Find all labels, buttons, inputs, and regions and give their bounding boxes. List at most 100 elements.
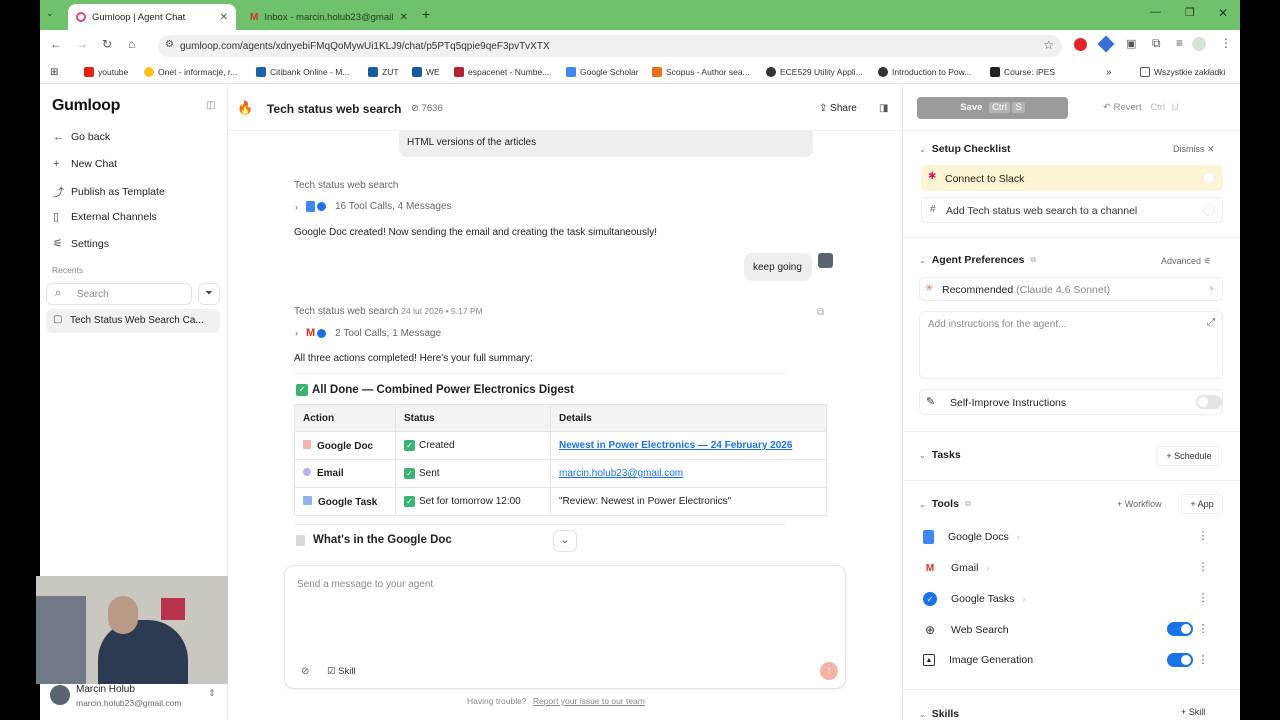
address-bar[interactable]: ⚙ gumloop.com/agents/xdnyebiFMqQoMywUi1K… <box>158 35 1062 57</box>
extension-icon[interactable]: ▣ <box>1126 37 1136 50</box>
settings-link[interactable]: ⚟ Settings <box>53 237 109 251</box>
site-info-icon[interactable]: ⚙ <box>165 39 174 50</box>
chat-header: 🔥 Tech status web search ⊘ 7636 ⇪ Share … <box>229 85 901 131</box>
tool-calls-toggle[interactable]: › M 2 Tool Calls, 1 Message <box>295 327 441 339</box>
tab-search-icon[interactable]: ⌄ <box>46 8 62 22</box>
composer-input[interactable]: Send a message to your agent <box>297 579 433 590</box>
skill-icon: ☑ <box>327 666 339 677</box>
tool-menu-icon[interactable]: ⋮ <box>1193 653 1213 666</box>
instructions-textarea[interactable]: Add instructions for the agent... ⤢ <box>919 311 1223 379</box>
close-tab-icon[interactable]: ✕ <box>400 12 408 23</box>
tool-google-tasks[interactable]: ✓ Google Tasks › <box>923 592 1025 606</box>
tools-header[interactable]: ⌄ Tools ⧉ <box>919 498 971 510</box>
divider <box>903 480 1240 481</box>
tab-gumloop[interactable]: Gumloop | Agent Chat ✕ <box>68 4 236 30</box>
tool-google-docs[interactable]: Google Docs › <box>923 530 1020 544</box>
skills-header[interactable]: ⌄ Skills <box>919 708 959 720</box>
agent-preferences-header[interactable]: ⌄ Agent Preferences ⧉ <box>919 254 1036 266</box>
recent-chat-item[interactable]: ▢ Tech Status Web Search Ca... <box>46 309 220 333</box>
bookmark-item[interactable]: Introduction to Pow... <box>878 67 971 77</box>
bookmark-item[interactable]: ZUT <box>368 67 399 77</box>
home-icon[interactable]: ⌂ <box>128 37 135 51</box>
connect-slack-item[interactable]: ✱ Connect to Slack <box>921 165 1223 191</box>
add-skill-button[interactable]: + Skill <box>1181 707 1205 717</box>
filter-icon[interactable]: ⏷ <box>198 283 220 305</box>
tool-menu-icon[interactable]: ⋮ <box>1193 529 1213 542</box>
chrome-menu-icon[interactable]: ⋮ <box>1220 36 1232 50</box>
all-bookmarks-folder[interactable]: Wszystkie zakładki <box>1140 67 1225 77</box>
add-workflow-button[interactable]: + Workflow <box>1117 499 1162 509</box>
bookmark-item[interactable]: youtube <box>84 67 128 77</box>
gumloop-logo[interactable]: Gumloop <box>52 97 120 115</box>
bookmark-item[interactable]: Citibank Online - M... <box>256 67 349 77</box>
toggle-panel-icon[interactable]: ◨ <box>879 103 888 114</box>
report-issue-link[interactable]: Report your issue to our team <box>533 696 645 706</box>
bookmark-item[interactable]: Scopus - Author sea... <box>652 67 750 77</box>
expand-icon[interactable]: ⤢ <box>1207 317 1215 328</box>
bookmark-item[interactable]: Google Scholar <box>566 67 639 77</box>
share-icon: ⇪ <box>819 103 831 114</box>
bookmark-star-icon[interactable]: ☆ <box>1043 38 1054 52</box>
bookmark-item[interactable]: espacenet - Numbe... <box>454 67 549 77</box>
message-composer[interactable]: Send a message to your agent ⊘ ☑ Skill ↑ <box>284 565 846 689</box>
search-input[interactable]: ⌕ Search <box>46 283 192 305</box>
maximize-icon[interactable]: ❐ <box>1185 6 1195 19</box>
web-search-toggle[interactable] <box>1167 622 1193 636</box>
paperclip-icon[interactable]: ⊘ <box>301 666 309 677</box>
add-app-button[interactable]: + App <box>1181 494 1223 514</box>
advanced-button[interactable]: Advanced ⚟ <box>1161 256 1212 267</box>
send-button[interactable]: ↑ <box>820 662 838 680</box>
window-close-icon[interactable]: ✕ <box>1218 6 1228 20</box>
share-button[interactable]: ⇪ Share <box>819 103 857 114</box>
gmail-icon: M <box>925 562 935 574</box>
puzzle-icon[interactable]: ⧉ <box>1152 36 1161 51</box>
tool-menu-icon[interactable]: ⋮ <box>1193 622 1213 635</box>
bookmark-item[interactable]: ECE529 Utility Appli... <box>766 67 863 77</box>
close-tab-icon[interactable]: ✕ <box>220 12 228 23</box>
minimize-icon[interactable]: — <box>1150 6 1161 18</box>
apps-grid-icon[interactable]: ⊞ <box>50 67 58 78</box>
tool-calls-toggle[interactable]: › 16 Tool Calls, 4 Messages <box>295 201 452 212</box>
reload-icon[interactable]: ↻ <box>102 37 112 51</box>
go-back-link[interactable]: ← Go back <box>53 131 110 143</box>
bookmark-item[interactable]: Course: iPES <box>990 67 1055 77</box>
dismiss-button[interactable]: Dismiss ✕ <box>1173 144 1215 155</box>
email-link[interactable]: marcin.holub23@gmail.com <box>559 468 683 479</box>
tool-gmail[interactable]: M Gmail › <box>923 561 990 575</box>
save-button[interactable]: Save Ctrl S <box>917 97 1068 119</box>
bookmark-item[interactable]: Onet - informacje, r... <box>144 67 237 77</box>
setup-checklist-header[interactable]: ⌄ Setup Checklist <box>919 143 1010 155</box>
google-doc-link[interactable]: Newest in Power Electronics — 24 Februar… <box>559 440 792 451</box>
copy-icon[interactable]: ⧉ <box>817 307 824 318</box>
collapse-sidebar-icon[interactable]: ◫ <box>206 100 215 111</box>
self-improve-toggle[interactable] <box>1196 395 1222 409</box>
add-to-channel-item[interactable]: # Add Tech status web search to a channe… <box>921 197 1223 223</box>
forward-arrow-icon[interactable]: → <box>76 37 88 51</box>
checkbox-circle[interactable] <box>1203 172 1215 184</box>
user-profile[interactable]: Marcin Holub marcin.holub23@gmail.com ⇕ <box>46 681 222 713</box>
skill-button[interactable]: ☑ Skill <box>327 666 356 677</box>
checkbox-circle[interactable] <box>1203 204 1215 216</box>
more-bookmarks-icon[interactable]: » <box>1106 67 1112 78</box>
tool-menu-icon[interactable]: ⋮ <box>1193 560 1213 573</box>
scroll-down-button[interactable]: ⌄ <box>553 530 577 552</box>
tool-menu-icon[interactable]: ⋮ <box>1193 591 1213 604</box>
bookmark-item[interactable]: WE <box>412 67 440 77</box>
media-icon[interactable]: ≡ <box>1176 36 1183 50</box>
tasks-header[interactable]: ⌄ Tasks <box>919 449 961 461</box>
new-chat-link[interactable]: + New Chat <box>53 158 117 170</box>
bookmarks-bar: ⊞ youtube Onet - informacje, r... Citiba… <box>40 62 1240 84</box>
revert-button[interactable]: ↶ Revert Ctrl U <box>1103 102 1179 113</box>
opera-extension-icon[interactable] <box>1074 38 1087 51</box>
back-arrow-icon[interactable]: ← <box>50 37 62 51</box>
tab-gmail[interactable]: M Inbox - marcin.holub23@gmail ✕ <box>244 4 412 30</box>
profile-avatar-icon[interactable] <box>1192 37 1206 51</box>
extension-icon[interactable] <box>1097 35 1115 53</box>
external-link-icon: ⧉ <box>964 499 971 508</box>
schedule-button[interactable]: + Schedule <box>1156 446 1222 466</box>
new-tab-icon[interactable]: + <box>422 6 430 22</box>
image-generation-toggle[interactable] <box>1167 653 1193 667</box>
model-selector[interactable]: ✳ Recommended (Claude 4.6 Sonnet) › <box>919 277 1223 301</box>
publish-template-link[interactable]: ⤴ Publish as Template <box>53 184 165 200</box>
external-channels-link[interactable]: ▯ External Channels <box>53 210 157 224</box>
